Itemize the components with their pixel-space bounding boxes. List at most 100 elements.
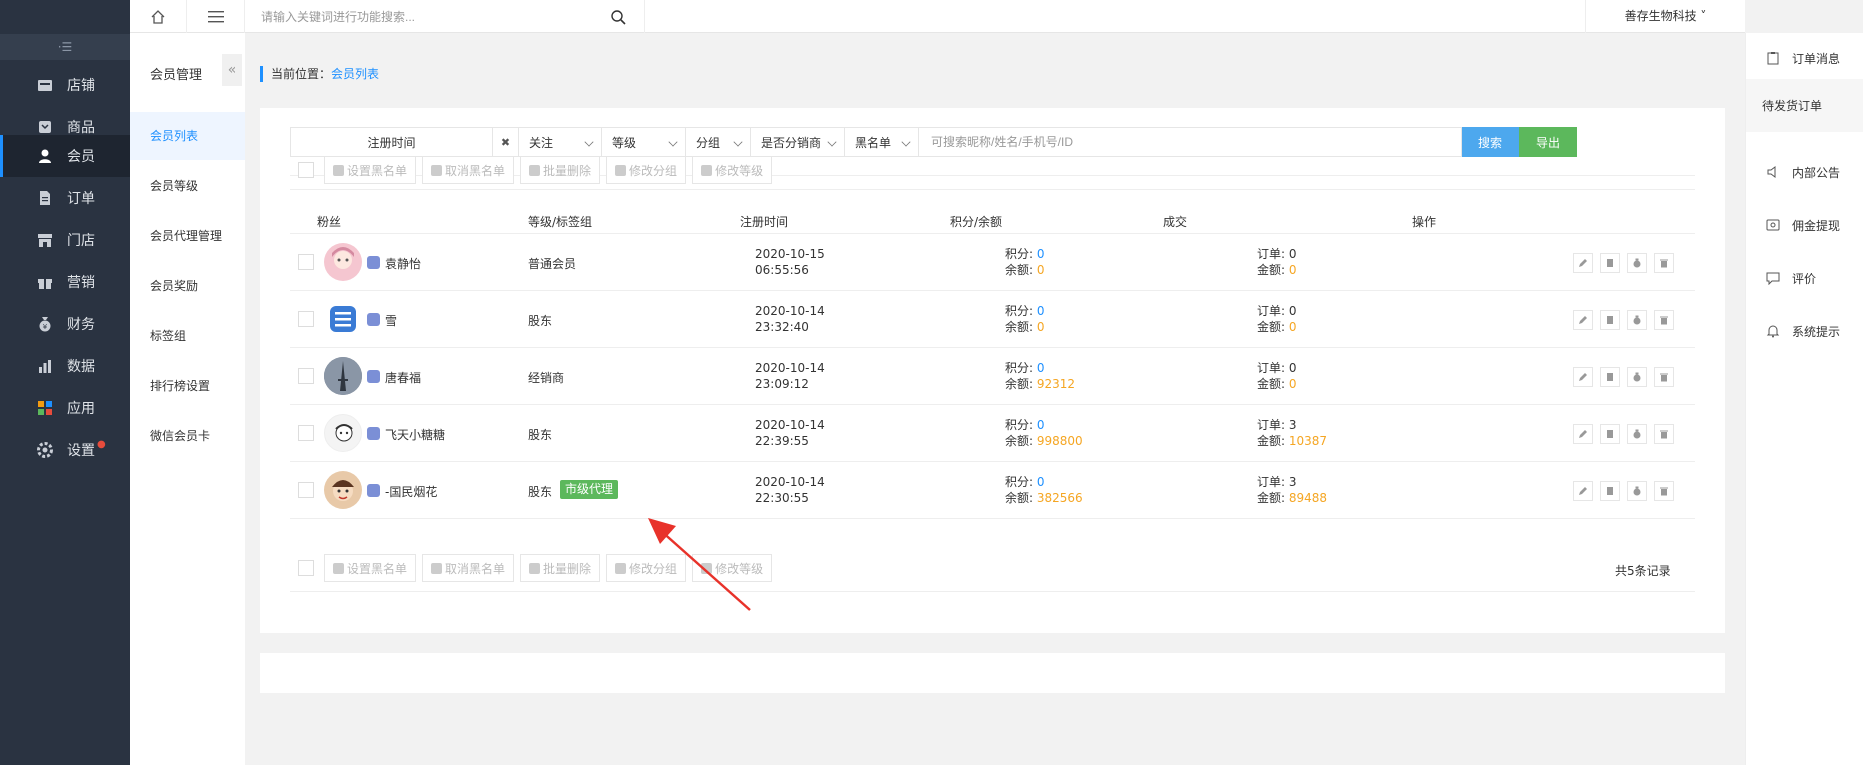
balance-value[interactable]: 0 [1037,263,1045,277]
recharge-button[interactable] [1627,367,1647,387]
order-message-link[interactable]: 订单消息 [1746,43,1863,73]
review-link[interactable]: 评价 [1746,263,1863,293]
sidebar-item-data[interactable]: 数据 [0,345,130,387]
delete-button[interactable] [1654,310,1674,330]
sidebar-item-marketing[interactable]: 营销 [0,261,130,303]
row-checkbox[interactable] [298,254,314,270]
sidebar-item-finance[interactable]: ¥ 财务 [0,303,130,345]
balance-value[interactable]: 92312 [1037,377,1075,391]
subnav-item-member-list[interactable]: 会员列表 [130,112,245,160]
avatar[interactable] [324,357,362,395]
member-name[interactable]: 唐春福 [385,369,421,386]
member-name[interactable]: -国民烟花 [385,483,437,500]
blacklist-select[interactable]: 黑名单 [844,127,919,157]
points-value[interactable]: 0 [1037,475,1045,489]
balance-value[interactable]: 998800 [1037,434,1083,448]
avatar[interactable] [324,414,362,452]
clear-date-button[interactable]: ✖ [492,127,519,157]
edit-button[interactable] [1573,481,1593,501]
follow-select[interactable]: 关注 [518,127,602,157]
sidebar-item-settings[interactable]: 设置 ● [0,429,130,471]
change-group-button[interactable]: 修改分组 [606,554,687,582]
gift-icon [37,274,53,290]
sidebar-collapse-toggle[interactable]: ·☰ [0,34,130,60]
change-group-button[interactable]: 修改分组 [606,156,687,184]
sub-nav-fold-button[interactable]: « [222,54,242,86]
subnav-item-agent-manage[interactable]: 会员代理管理 [130,212,245,260]
subnav-item-member-reward[interactable]: 会员奖励 [130,262,245,310]
distributor-select[interactable]: 是否分销商 [750,127,845,157]
detail-button[interactable] [1600,310,1620,330]
detail-button[interactable] [1600,367,1620,387]
register-date-picker[interactable]: 注册时间 [290,127,493,157]
set-blacklist-button[interactable]: 设置黑名单 [324,554,417,582]
member-name[interactable]: 飞天小糖糖 [385,426,445,443]
member-name[interactable]: 袁静怡 [385,255,421,272]
sidebar-item-member[interactable]: 会员 [0,135,130,177]
edit-button[interactable] [1573,253,1593,273]
function-search-input[interactable] [245,0,605,33]
batch-delete-button[interactable]: 批量删除 [520,156,601,184]
recharge-button[interactable] [1627,310,1647,330]
sidebar-item-shop[interactable]: 门店 [0,219,130,261]
edit-button[interactable] [1573,424,1593,444]
batch-delete-button[interactable]: 批量删除 [520,554,601,582]
points-value[interactable]: 0 [1037,304,1045,318]
home-button[interactable] [130,0,187,33]
member-search-input[interactable] [919,128,1461,156]
avatar[interactable] [324,243,362,281]
balance-value[interactable]: 0 [1037,320,1045,334]
row-checkbox[interactable] [298,425,314,441]
recharge-button[interactable] [1627,424,1647,444]
subnav-item-ranking[interactable]: 排行榜设置 [130,362,245,410]
set-blacklist-button[interactable]: 设置黑名单 [324,156,417,184]
subnav-item-member-level[interactable]: 会员等级 [130,162,245,210]
select-all-checkbox[interactable] [298,560,314,576]
cancel-blacklist-button[interactable]: 取消黑名单 [422,156,515,184]
change-level-button[interactable]: 修改等级 [692,554,773,582]
balance-value[interactable]: 382566 [1037,491,1083,505]
sidebar-item-apps[interactable]: 应用 [0,387,130,429]
breadcrumb-current[interactable]: 会员列表 [331,67,379,81]
member-name[interactable]: 雪 [385,312,397,329]
pending-shipment-tab[interactable]: 待发货订单 [1746,79,1863,132]
row-checkbox[interactable] [298,311,314,327]
detail-button[interactable] [1600,253,1620,273]
edit-button[interactable] [1573,367,1593,387]
cancel-blacklist-button[interactable]: 取消黑名单 [422,554,515,582]
delete-button[interactable] [1654,481,1674,501]
sidebar-item-order[interactable]: 订单 [0,177,130,219]
subnav-item-wechat-card[interactable]: 微信会员卡 [130,412,245,460]
points-value[interactable]: 0 [1037,361,1045,375]
select-all-checkbox[interactable] [298,162,314,178]
detail-button[interactable] [1600,481,1620,501]
row-checkbox[interactable] [298,482,314,498]
delete-button[interactable] [1654,367,1674,387]
subnav-item-tag-group[interactable]: 标签组 [130,312,245,360]
level-select[interactable]: 等级 [601,127,686,157]
delete-button[interactable] [1654,424,1674,444]
system-notice-link[interactable]: 系统提示 [1746,316,1863,346]
points-balance: 积分: 0 余额: 0 [1005,246,1045,278]
avatar[interactable] [324,471,362,509]
avatar[interactable] [324,300,362,338]
recharge-button[interactable] [1627,253,1647,273]
edit-button[interactable] [1573,310,1593,330]
chevron-down-icon [584,137,594,147]
export-button[interactable]: 导出 [1519,127,1577,157]
points-value[interactable]: 0 [1037,418,1045,432]
delete-button[interactable] [1654,253,1674,273]
company-dropdown[interactable]: 善存生物科技 ˅ [1585,0,1745,33]
group-select[interactable]: 分组 [685,127,751,157]
search-button[interactable]: 搜索 [1461,127,1519,157]
change-level-button[interactable]: 修改等级 [692,156,773,184]
recharge-button[interactable] [1627,481,1647,501]
pencil-icon [1579,316,1587,324]
menu-toggle-button[interactable] [187,0,245,33]
search-icon[interactable] [610,9,626,25]
row-checkbox[interactable] [298,368,314,384]
detail-button[interactable] [1600,424,1620,444]
announcement-link[interactable]: 内部公告 [1746,157,1863,187]
commission-withdraw-link[interactable]: 佣金提现 [1746,210,1863,240]
points-value[interactable]: 0 [1037,247,1045,261]
